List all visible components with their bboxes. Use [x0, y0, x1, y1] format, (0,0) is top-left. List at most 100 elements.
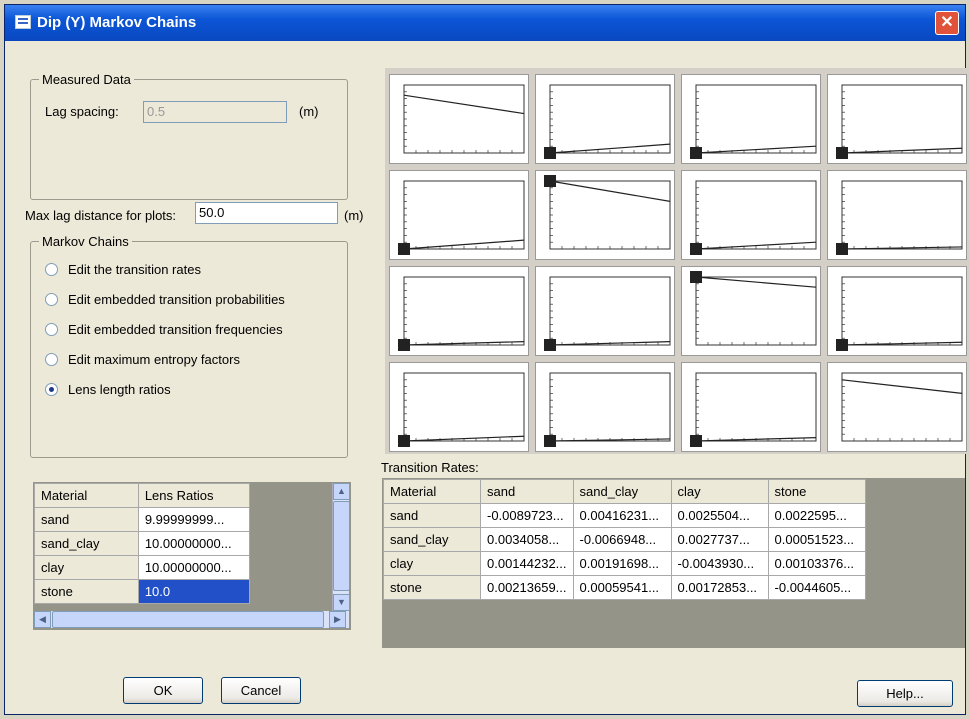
close-button[interactable]: ✕ [935, 11, 959, 35]
plot-sand_clay-sand[interactable] [389, 170, 529, 260]
plot-sand-stone[interactable] [827, 74, 967, 164]
material-cell[interactable]: sand_clay [383, 527, 481, 552]
column-header[interactable]: sand [480, 479, 574, 504]
plot-svg [398, 180, 525, 255]
column-header[interactable]: sand_clay [572, 479, 672, 504]
scroll-up-icon[interactable]: ▲ [333, 483, 350, 500]
rate-cell[interactable]: -0.0066948... [572, 527, 672, 552]
radio-edit-transition-rates[interactable]: Edit the transition rates [45, 262, 201, 280]
lag-spacing-label: Lag spacing: [45, 104, 119, 119]
max-lag-unit: (m) [344, 208, 364, 223]
transition-rates-label: Transition Rates: [381, 460, 479, 475]
scroll-down-icon[interactable]: ▼ [333, 594, 350, 611]
rate-cell[interactable]: -0.0089723... [480, 503, 574, 528]
plot-svg [544, 84, 671, 159]
plot-stone-stone[interactable] [827, 362, 967, 452]
transition-rates-table: Material sand sand_clay clay stone sand … [383, 479, 866, 600]
scroll-left-icon[interactable]: ◀ [34, 611, 51, 628]
plot-svg [398, 276, 525, 351]
plot-frame [841, 276, 963, 346]
material-cell[interactable]: sand_clay [34, 531, 139, 556]
plot-stone-sand_clay[interactable] [535, 362, 675, 452]
ratio-cell[interactable]: 10.00000000... [137, 531, 251, 556]
table-header-row: Material Lens Ratios [34, 483, 251, 508]
ratio-cell[interactable]: 10.00000000... [137, 555, 251, 580]
rate-cell[interactable]: 0.00213659... [480, 575, 574, 600]
plot-sand-sand[interactable] [389, 74, 529, 164]
rate-cell[interactable]: 0.0022595... [767, 503, 866, 528]
cancel-button[interactable]: Cancel [221, 677, 301, 704]
ratio-cell[interactable]: 9.99999999... [137, 507, 251, 532]
plot-clay-sand_clay[interactable] [535, 266, 675, 356]
plot-clay-stone[interactable] [827, 266, 967, 356]
lens-table-horizontal-scrollbar[interactable]: ◀ ▶ [34, 611, 349, 628]
material-cell[interactable]: stone [34, 579, 139, 604]
ok-button[interactable]: OK [123, 677, 203, 704]
plot-sand_clay-clay[interactable] [681, 170, 821, 260]
plot-frame [403, 276, 525, 346]
plot-stone-clay[interactable] [681, 362, 821, 452]
rate-cell[interactable]: 0.0025504... [670, 503, 769, 528]
origin-marker [690, 243, 702, 255]
radio-circle-icon [45, 353, 58, 367]
rate-cell[interactable]: 0.00103376... [767, 551, 866, 576]
radio-edit-max-entropy[interactable]: Edit maximum entropy factors [45, 352, 240, 370]
scroll-right-icon[interactable]: ▶ [329, 611, 346, 628]
plot-clay-clay[interactable] [681, 266, 821, 356]
scroll-thumb[interactable] [52, 611, 324, 628]
rate-cell[interactable]: 0.00416231... [572, 503, 672, 528]
lens-ratios-table: Material Lens Ratios sand 9.99999999... s… [34, 483, 251, 604]
material-cell[interactable]: clay [383, 551, 481, 576]
plot-svg [690, 180, 817, 255]
material-cell[interactable]: sand [34, 507, 139, 532]
plot-svg [544, 276, 671, 351]
rate-cell[interactable]: -0.0043930... [670, 551, 769, 576]
column-header[interactable]: Material [383, 479, 481, 504]
rate-cell[interactable]: 0.00051523... [767, 527, 866, 552]
radio-lens-length-ratios[interactable]: Lens length ratios [45, 382, 171, 400]
plot-sand_clay-sand_clay[interactable] [535, 170, 675, 260]
rate-cell[interactable]: 0.00191698... [572, 551, 672, 576]
plot-clay-sand[interactable] [389, 266, 529, 356]
help-button[interactable]: Help... [857, 680, 953, 707]
material-cell[interactable]: clay [34, 555, 139, 580]
table-row: clay 0.00144232... 0.00191698... -0.0043… [383, 551, 866, 576]
title-bar[interactable]: Dip (Y) Markov Chains ✕ [5, 5, 965, 41]
radio-edit-embedded-probabilities[interactable]: Edit embedded transition probabilities [45, 292, 285, 310]
origin-marker [544, 435, 556, 447]
window-title: Dip (Y) Markov Chains [37, 14, 197, 31]
plot-sand-clay[interactable] [681, 74, 821, 164]
origin-marker [690, 435, 702, 447]
origin-marker [398, 339, 410, 351]
column-header[interactable]: clay [670, 479, 769, 504]
rate-cell[interactable]: 0.00172853... [670, 575, 769, 600]
origin-marker [544, 175, 556, 187]
radio-label: Edit the transition rates [68, 262, 201, 277]
max-lag-label: Max lag distance for plots: [25, 208, 177, 223]
radio-label: Lens length ratios [68, 382, 171, 397]
origin-marker [398, 435, 410, 447]
lag-spacing-input[interactable]: 0.5 [143, 101, 287, 123]
plot-sand_clay-stone[interactable] [827, 170, 967, 260]
plot-frame [695, 180, 817, 250]
rate-cell[interactable]: -0.0044605... [767, 575, 866, 600]
plot-stone-sand[interactable] [389, 362, 529, 452]
rate-cell[interactable]: 0.00144232... [480, 551, 574, 576]
max-lag-input[interactable]: 50.0 [195, 202, 338, 224]
transition-probability-plots [385, 68, 969, 454]
radio-edit-embedded-frequencies[interactable]: Edit embedded transition frequencies [45, 322, 283, 340]
lens-table-vertical-scrollbar[interactable]: ▲ ▼ [332, 483, 350, 611]
column-header[interactable]: stone [767, 479, 866, 504]
rate-cell[interactable]: 0.00059541... [572, 575, 672, 600]
column-header[interactable]: Material [34, 483, 139, 508]
column-header[interactable]: Lens Ratios [137, 483, 251, 508]
rate-cell[interactable]: 0.0027737... [670, 527, 769, 552]
rate-cell[interactable]: 0.0034058... [480, 527, 574, 552]
close-icon: ✕ [940, 14, 954, 31]
material-cell[interactable]: sand [383, 503, 481, 528]
scroll-thumb[interactable] [333, 501, 350, 591]
ratio-cell-selected[interactable]: 10.0 [137, 579, 251, 604]
plot-sand-sand_clay[interactable] [535, 74, 675, 164]
plot-frame [841, 180, 963, 250]
material-cell[interactable]: stone [383, 575, 481, 600]
